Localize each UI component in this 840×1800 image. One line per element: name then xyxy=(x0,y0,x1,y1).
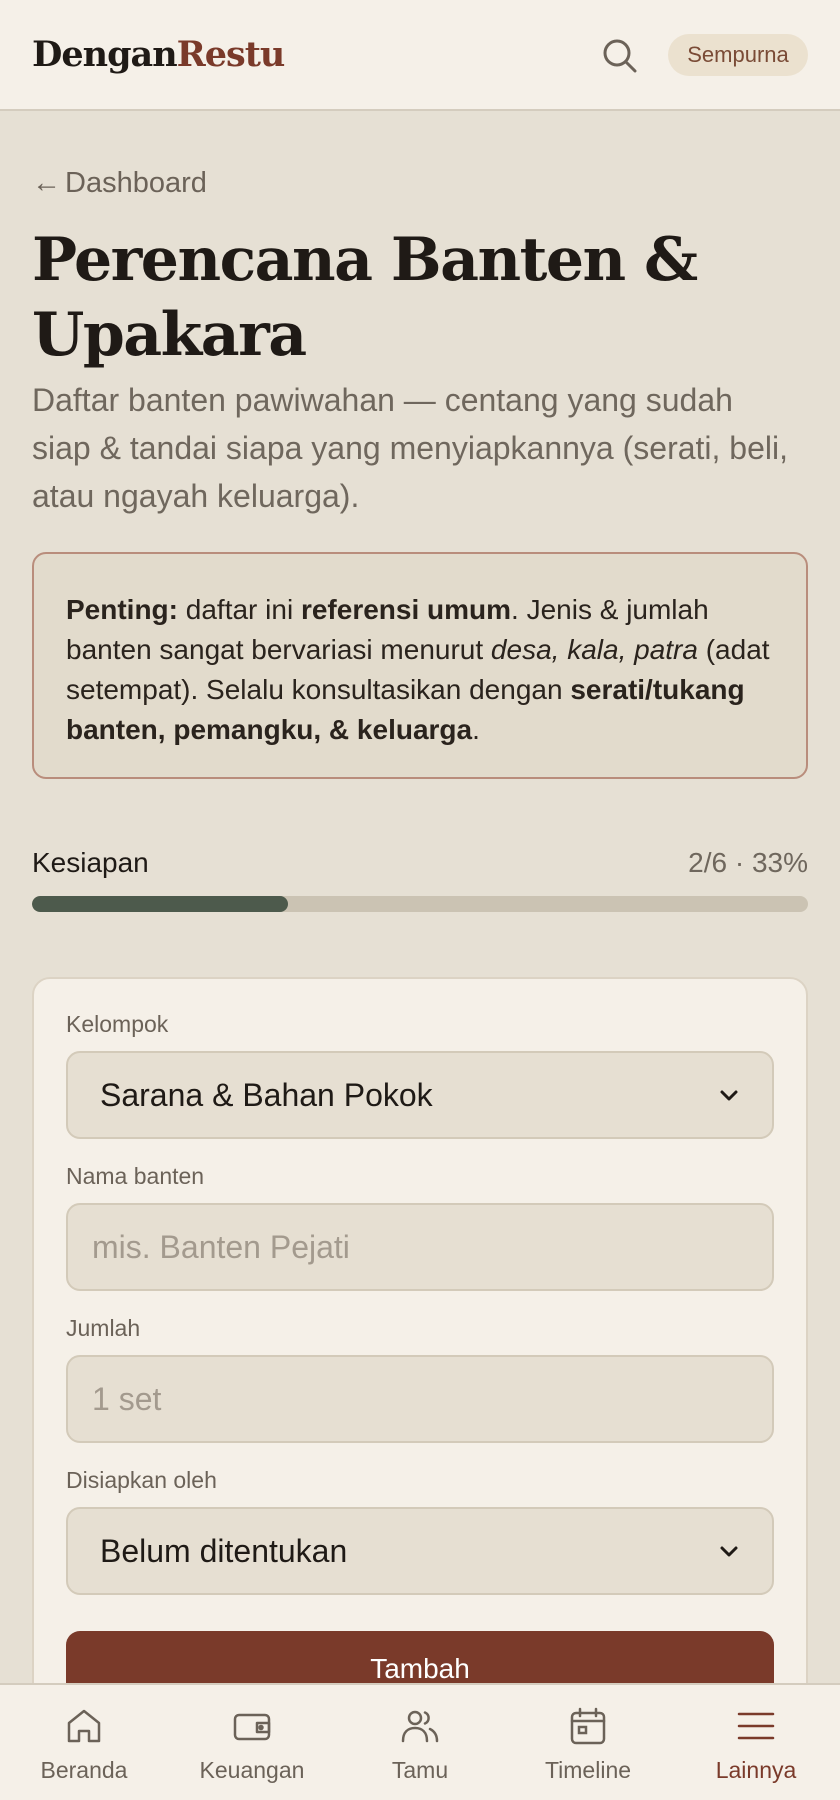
bottom-nav: Beranda Keuangan Tamu Timeline Lainnya xyxy=(0,1683,840,1800)
progress-bar-fill xyxy=(32,896,289,912)
logo-part-1: Dengan xyxy=(32,34,178,75)
chevron-down-icon xyxy=(720,1090,738,1101)
notice-box: Penting: daftar ini referensi umum. Jeni… xyxy=(32,552,808,779)
notice-strong-2: referensi umum xyxy=(300,594,512,625)
group-select[interactable]: Sarana & Bahan Pokok xyxy=(66,1051,774,1139)
name-label: Nama banten xyxy=(66,1163,205,1189)
nav-label-tamu: Tamu xyxy=(391,1757,449,1783)
notice-italic: desa, kala, patra xyxy=(490,634,698,665)
notice-text-1: daftar ini xyxy=(178,594,301,625)
prepared-select-value: Belum ditentukan xyxy=(100,1532,348,1569)
add-banten-form: Kelompok Sarana & Bahan Pokok Nama bante… xyxy=(32,977,808,1800)
top-bar: DenganRestu Sempurna xyxy=(0,0,840,111)
progress-bar xyxy=(32,896,808,912)
group-select-value: Sarana & Bahan Pokok xyxy=(100,1076,433,1113)
prepared-select[interactable]: Belum ditentukan xyxy=(66,1507,774,1595)
nav-label-beranda: Beranda xyxy=(40,1757,128,1783)
status-badge[interactable]: Sempurna xyxy=(668,34,808,76)
prepared-label: Disiapkan oleh xyxy=(66,1467,217,1493)
logo-part-2: Restu xyxy=(176,34,286,75)
nav-item-timeline[interactable]: Timeline xyxy=(504,1685,672,1800)
group-label: Kelompok xyxy=(66,1011,169,1037)
back-link[interactable]: ← Dashboard xyxy=(32,167,207,200)
notice-text-4: . xyxy=(472,714,480,745)
name-input[interactable] xyxy=(66,1203,774,1291)
back-link-label: Dashboard xyxy=(65,167,207,199)
arrow-left-icon: ← xyxy=(32,167,61,199)
nav-label-timeline: Timeline xyxy=(544,1757,632,1783)
progress-count: 2/6 · 33% xyxy=(688,847,808,878)
nav-label-lainnya: Lainnya xyxy=(715,1757,797,1783)
menu-icon xyxy=(737,1712,775,1740)
page-title: Perencana Banten & Upakara xyxy=(32,225,698,370)
nav-label-keuangan: Keuangan xyxy=(199,1757,305,1783)
app-logo[interactable]: DenganRestu xyxy=(32,34,286,75)
nav-item-keuangan[interactable]: Keuangan xyxy=(168,1685,336,1800)
notice-strong-1: Penting: xyxy=(66,594,178,625)
nav-item-lainnya[interactable]: Lainnya xyxy=(672,1685,840,1800)
qty-label: Jumlah xyxy=(66,1315,141,1341)
wallet-icon xyxy=(233,1713,271,1741)
users-icon xyxy=(401,1710,439,1743)
search-icon[interactable] xyxy=(600,36,640,76)
chevron-down-icon xyxy=(720,1546,738,1557)
progress-label: Kesiapan xyxy=(32,847,149,878)
nav-item-beranda[interactable]: Beranda xyxy=(0,1685,168,1800)
calendar-icon xyxy=(570,1707,606,1745)
page-subtitle: Daftar banten pawiwahan — centang yang s… xyxy=(32,382,788,514)
qty-input[interactable] xyxy=(66,1355,774,1443)
home-icon xyxy=(67,1709,101,1743)
nav-item-tamu[interactable]: Tamu xyxy=(336,1685,504,1800)
